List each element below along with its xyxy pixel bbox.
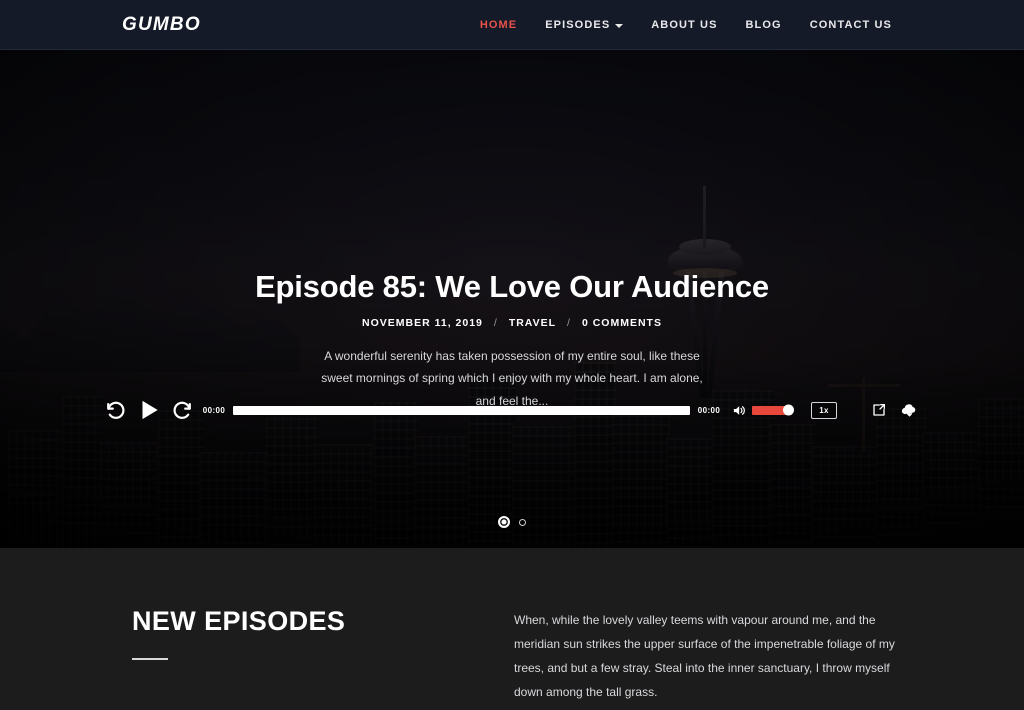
nav-item-home[interactable]: HOME xyxy=(480,19,517,31)
hero-date: NOVEMBER 11, 2019 xyxy=(362,317,483,330)
carousel-dot-1[interactable] xyxy=(498,516,510,528)
nav-item-blog[interactable]: BLOG xyxy=(746,19,782,31)
hero-content: Episode 85: We Love Our Audience NOVEMBE… xyxy=(0,268,1024,412)
hero-comments[interactable]: 0 COMMENTS xyxy=(582,317,662,329)
cloud-download-icon[interactable] xyxy=(900,401,919,420)
title-underline xyxy=(132,658,168,660)
main-navigation: HOME EPISODES ABOUT US BLOG CONTACT US xyxy=(480,19,892,31)
current-time: 00:00 xyxy=(202,405,226,415)
nav-item-label: HOME xyxy=(479,18,518,31)
audio-player: 00:00 00:00 1x xyxy=(105,396,919,424)
hero-category[interactable]: TRAVEL xyxy=(509,317,556,329)
nav-item-label: CONTACT US xyxy=(809,18,892,31)
chevron-down-icon xyxy=(615,23,624,28)
playback-speed-button[interactable]: 1x xyxy=(811,401,837,419)
meta-separator: / xyxy=(567,317,571,330)
nav-item-contact-us[interactable]: CONTACT US xyxy=(810,19,892,31)
duration-time: 00:00 xyxy=(697,405,721,415)
meta-separator: / xyxy=(493,317,498,330)
brand-logo[interactable]: GUMBO xyxy=(122,14,201,36)
share-icon[interactable] xyxy=(871,402,887,418)
volume-slider[interactable] xyxy=(752,404,794,416)
nav-item-episodes[interactable]: EPISODES xyxy=(545,18,624,31)
site-header: GUMBO HOME EPISODES ABOUT US BLOG CONTAC… xyxy=(0,0,1024,50)
progress-bar[interactable] xyxy=(233,405,690,415)
volume-icon[interactable] xyxy=(732,403,747,418)
nav-item-label: BLOG xyxy=(745,18,782,31)
forward-icon[interactable] xyxy=(171,399,193,421)
carousel-dots xyxy=(0,516,1024,528)
new-episodes-section: NEW EPISODES When, while the lovely vall… xyxy=(0,548,1024,710)
nav-item-about-us[interactable]: ABOUT US xyxy=(651,19,717,31)
hero-meta: NOVEMBER 11, 2019 / TRAVEL / 0 COMMENTS xyxy=(0,317,1024,329)
carousel-dot-2[interactable] xyxy=(519,518,526,526)
nav-item-label: ABOUT US xyxy=(651,18,718,31)
hero-slider: Episode 85: We Love Our Audience NOVEMBE… xyxy=(0,50,1024,548)
volume-knob[interactable] xyxy=(783,404,794,416)
rewind-icon[interactable] xyxy=(105,399,127,421)
new-episodes-heading-block: NEW EPISODES xyxy=(132,608,432,704)
section-title: NEW EPISODES xyxy=(132,606,346,636)
play-icon[interactable] xyxy=(136,397,162,423)
section-description: When, while the lovely valley teems with… xyxy=(514,613,895,699)
hero-title: Episode 85: We Love Our Audience xyxy=(255,269,769,304)
nav-item-label: EPISODES xyxy=(545,18,611,31)
